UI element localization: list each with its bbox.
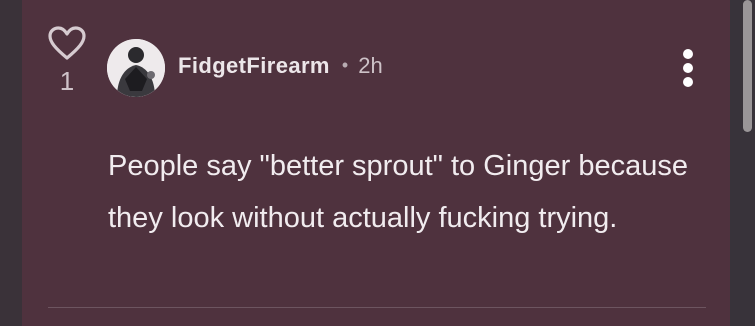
scrollbar-thumb[interactable] <box>743 0 752 132</box>
comment-view: 1 FidgetFirearm • 2h People say "better sp… <box>0 0 755 326</box>
timestamp: 2h <box>358 53 383 78</box>
divider <box>48 307 706 308</box>
comment-header: FidgetFirearm • 2h <box>178 50 383 83</box>
avatar[interactable] <box>107 39 165 97</box>
like-control[interactable]: 1 <box>44 26 90 94</box>
left-edge <box>0 0 22 326</box>
heart-icon[interactable] <box>47 26 87 62</box>
comment-body: People say "better sprout" to Ginger bec… <box>108 150 688 234</box>
avatar-image <box>107 39 165 97</box>
vertical-ellipsis-icon <box>683 49 693 87</box>
separator-dot: • <box>341 55 349 75</box>
like-count: 1 <box>59 66 75 96</box>
more-options-button[interactable] <box>674 46 702 90</box>
scroll-track <box>730 0 755 326</box>
author-name[interactable]: FidgetFirearm <box>178 53 330 78</box>
